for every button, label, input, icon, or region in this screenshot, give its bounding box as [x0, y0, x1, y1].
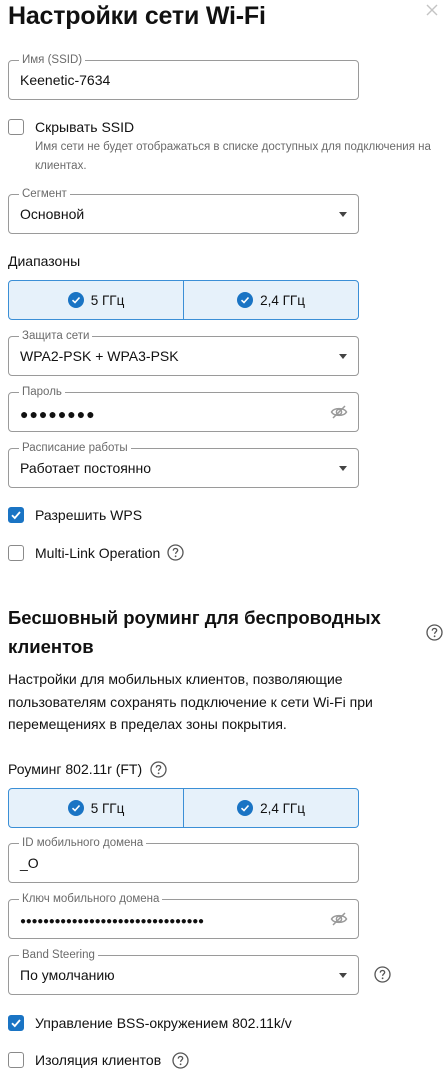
wps-checkbox[interactable]	[8, 507, 24, 523]
check-circle-icon	[237, 292, 254, 308]
band-24ghz-button[interactable]: 2,4 ГГц	[183, 281, 358, 319]
ft-label: Роуминг 802.11r (FT)	[8, 761, 143, 777]
mobility-domain-field[interactable]: ID мобильного домена _O	[8, 836, 359, 883]
mobility-domain-legend: ID мобильного домена	[19, 836, 147, 850]
mobility-domain-value: _O	[20, 855, 39, 871]
ft-band-24ghz-label: 2,4 ГГц	[260, 800, 305, 816]
help-icon[interactable]	[374, 966, 391, 983]
band-5ghz-button[interactable]: 5 ГГц	[9, 281, 183, 319]
hide-ssid-hint: Имя сети не будет отображаться в списке …	[35, 141, 431, 172]
password-field[interactable]: Пароль ●●●●●●●●	[8, 385, 359, 432]
ft-bands-toggle-group: 5 ГГц 2,4 ГГц	[8, 788, 359, 828]
mlo-checkbox[interactable]	[8, 545, 24, 561]
bss-transition-checkbox[interactable]	[8, 1015, 24, 1031]
schedule-legend: Расписание работы	[19, 441, 131, 455]
hide-ssid-checkbox[interactable]	[8, 119, 24, 135]
security-select[interactable]: Защита сети WPA2-PSK + WPA3-PSK	[8, 329, 359, 376]
help-icon[interactable]	[167, 544, 184, 561]
security-legend: Защита сети	[19, 329, 93, 343]
check-circle-icon	[67, 800, 84, 816]
bands-toggle-group: 5 ГГц 2,4 ГГц	[8, 280, 359, 320]
help-icon[interactable]	[150, 761, 167, 778]
security-value: WPA2-PSK + WPA3-PSK	[20, 348, 179, 364]
page-title: Настройки сети Wi-Fi	[8, 2, 266, 30]
hide-ssid-label: Скрывать SSID	[35, 119, 135, 135]
check-circle-icon	[67, 292, 84, 308]
ssid-field[interactable]: Имя (SSID) Keenetic-7634	[8, 53, 359, 100]
bands-label: Диапазоны	[8, 253, 81, 269]
close-icon[interactable]	[426, 4, 438, 16]
band-steering-value: По умолчанию	[20, 967, 115, 983]
mobility-key-field[interactable]: Ключ мобильного домена ●●●●●●●●●●●●●●●●●…	[8, 892, 359, 939]
password-legend: Пароль	[19, 385, 65, 399]
band-24ghz-label: 2,4 ГГц	[260, 292, 305, 308]
mobility-key-legend: Ключ мобильного домена	[19, 892, 163, 906]
eye-off-icon[interactable]	[330, 403, 348, 421]
segment-select[interactable]: Сегмент Основной	[8, 187, 359, 234]
schedule-value: Работает постоянно	[20, 460, 152, 476]
segment-value: Основной	[20, 206, 85, 222]
chevron-down-icon	[339, 973, 347, 978]
eye-off-icon[interactable]	[330, 910, 348, 928]
ft-band-24ghz-button[interactable]: 2,4 ГГц	[183, 789, 358, 827]
roaming-heading: Бесшовный роуминг для беспроводных клиен…	[8, 607, 381, 657]
password-value: ●●●●●●●●	[20, 406, 96, 422]
schedule-select[interactable]: Расписание работы Работает постоянно	[8, 441, 359, 488]
band-steering-select[interactable]: Band Steering По умолчанию	[8, 948, 359, 995]
ft-band-5ghz-label: 5 ГГц	[90, 800, 125, 816]
roaming-description: Настройки для мобильных клиентов, позвол…	[8, 671, 373, 732]
chevron-down-icon	[339, 466, 347, 471]
segment-legend: Сегмент	[19, 187, 70, 201]
chevron-down-icon	[339, 354, 347, 359]
help-icon[interactable]	[172, 1052, 189, 1069]
help-icon[interactable]	[426, 624, 443, 641]
band-steering-legend: Band Steering	[19, 948, 98, 962]
client-isolation-checkbox[interactable]	[8, 1052, 24, 1068]
client-isolation-label: Изоляция клиентов	[35, 1052, 162, 1068]
ssid-legend: Имя (SSID)	[19, 53, 86, 67]
ssid-value: Keenetic-7634	[20, 72, 111, 88]
mobility-key-value: ●●●●●●●●●●●●●●●●●●●●●●●●●●●●●●●●	[20, 916, 204, 927]
ft-band-5ghz-button[interactable]: 5 ГГц	[9, 789, 183, 827]
bss-transition-label: Управление BSS-окружением 802.11k/v	[35, 1015, 292, 1031]
wps-label: Разрешить WPS	[35, 507, 143, 523]
chevron-down-icon	[339, 212, 347, 217]
mlo-label: Multi-Link Operation	[35, 545, 161, 561]
band-5ghz-label: 5 ГГц	[90, 292, 125, 308]
check-circle-icon	[237, 800, 254, 816]
